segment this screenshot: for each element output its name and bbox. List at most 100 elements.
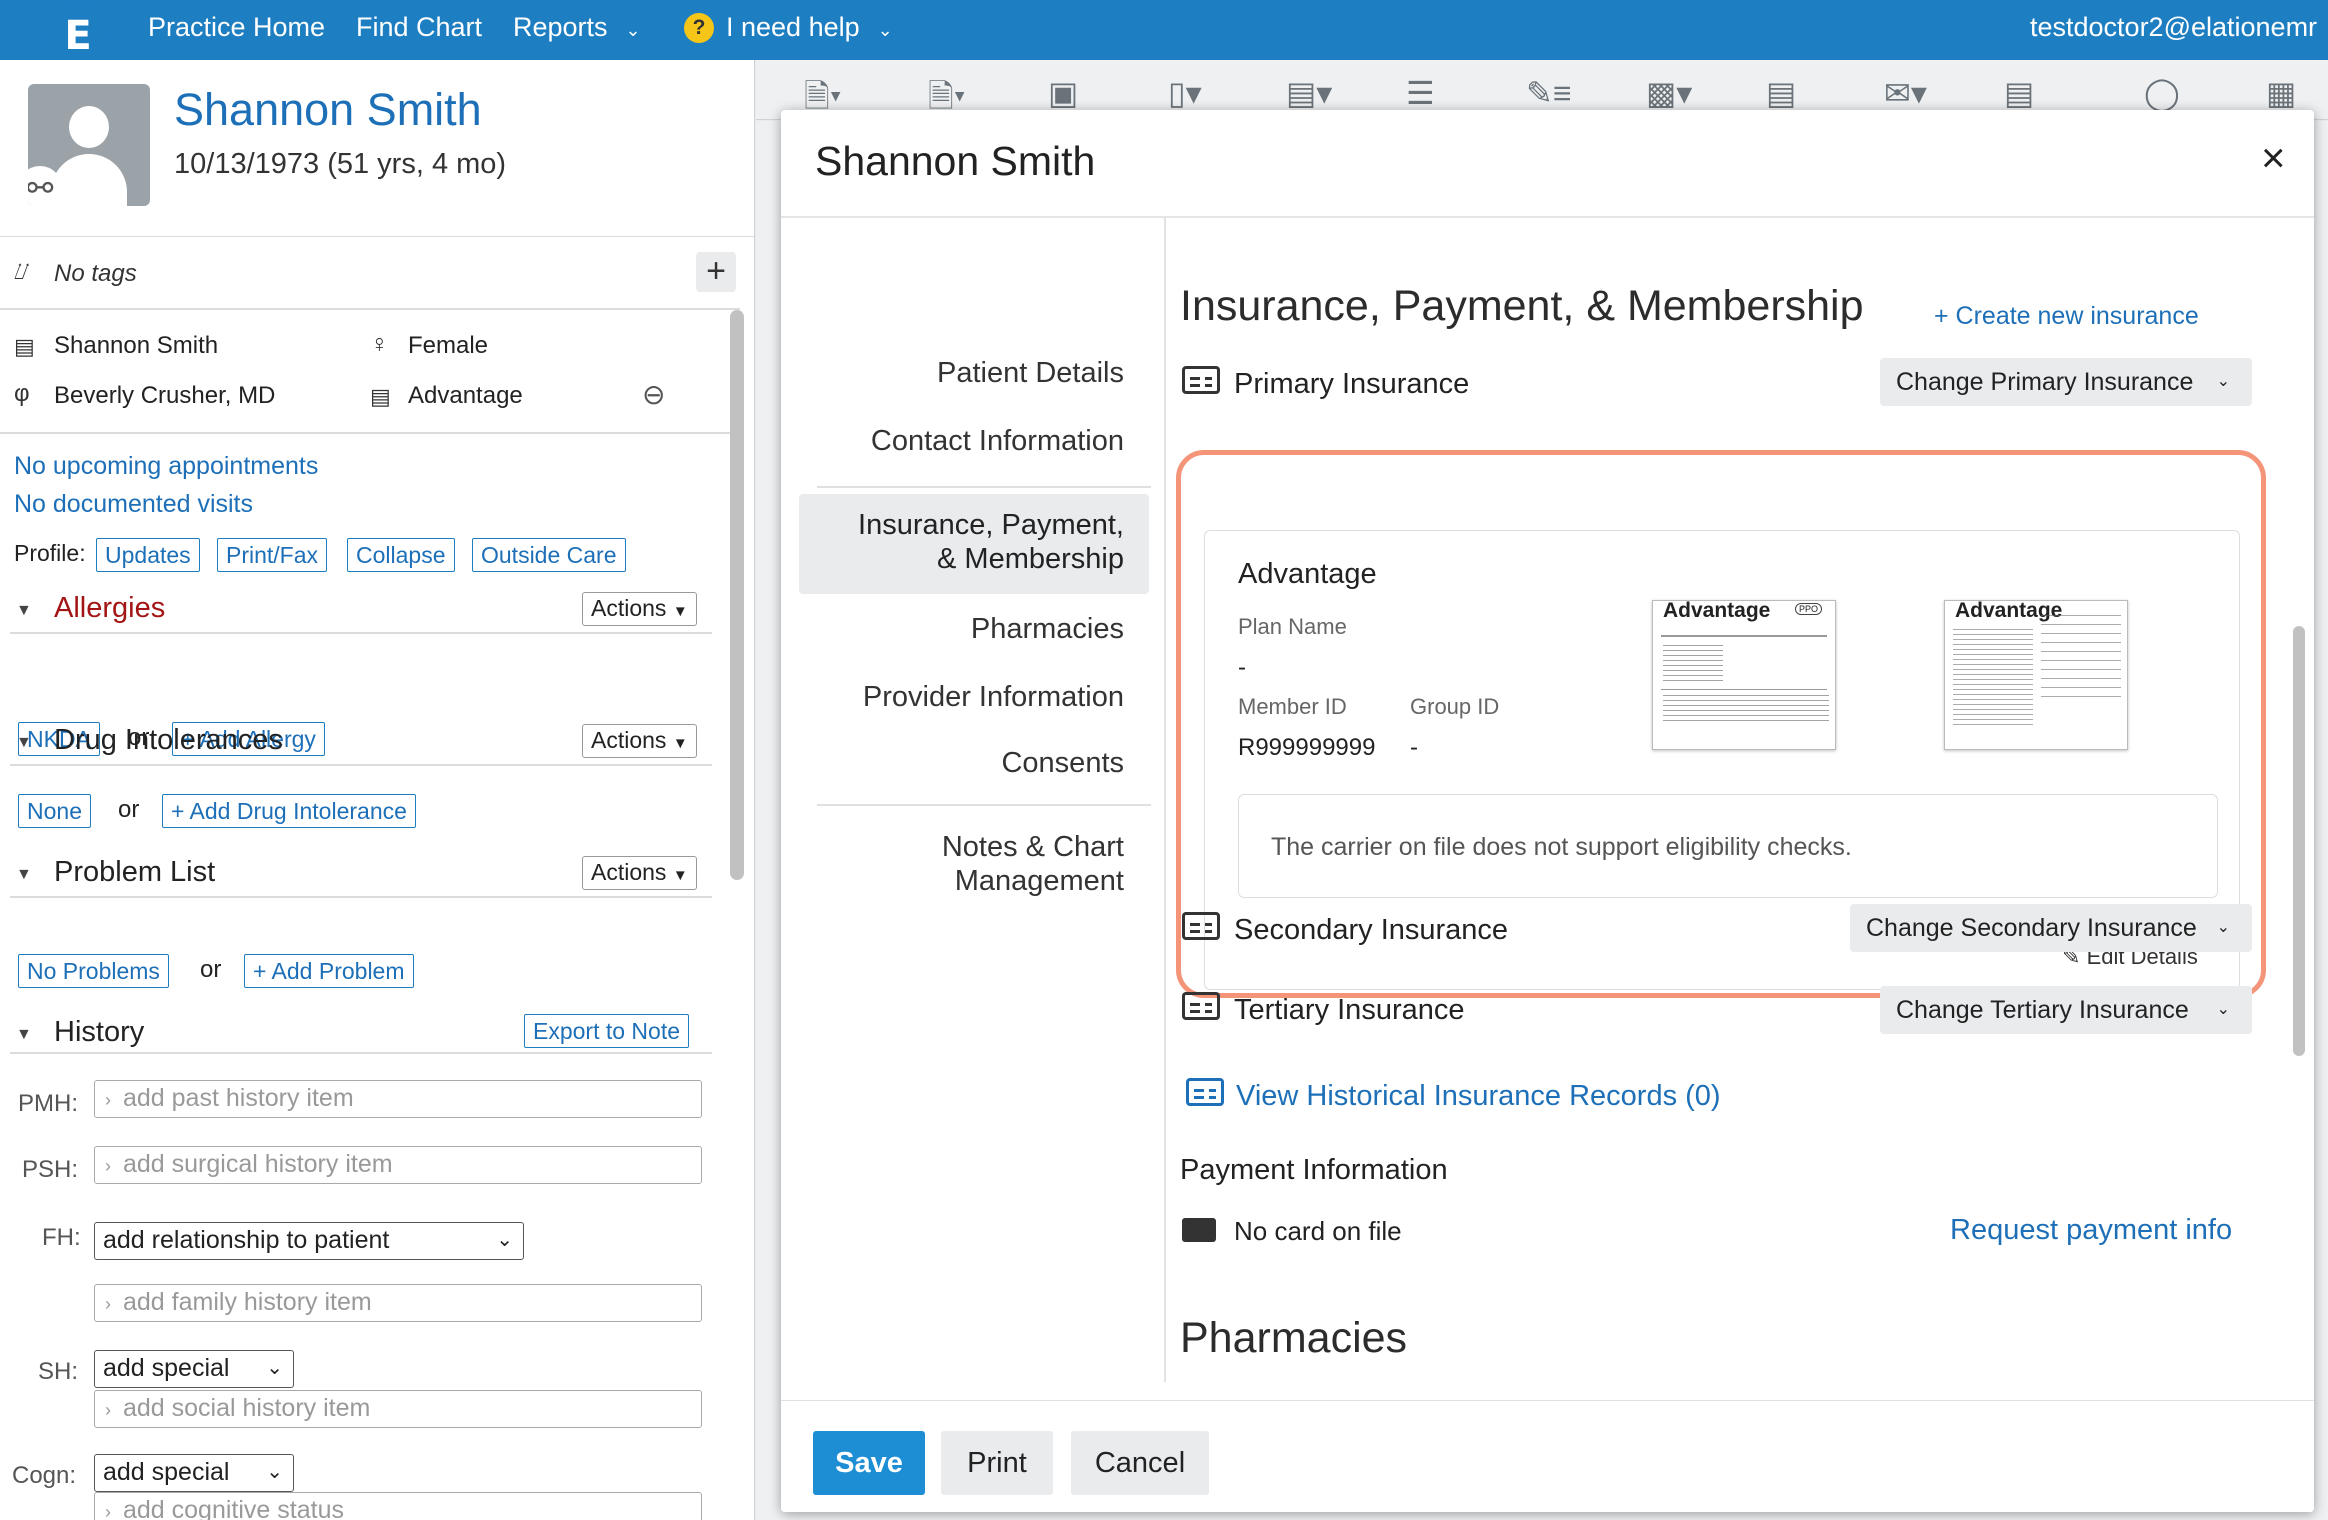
close-icon[interactable]: × — [2261, 134, 2286, 182]
print-button[interactable]: Print — [941, 1431, 1053, 1495]
sh-special-select[interactable]: add special ⌄ — [94, 1350, 294, 1388]
minus-circle-icon[interactable]: ⊖ — [642, 378, 665, 411]
profile-updates-button[interactable]: Updates — [96, 538, 200, 572]
avatar-body-shape — [51, 154, 127, 206]
collapse-triangle-icon[interactable]: ▼ — [16, 602, 32, 620]
add-drug-intolerance-button[interactable]: + Add Drug Intolerance — [162, 794, 416, 828]
cogn-special-select[interactable]: add special ⌄ — [94, 1454, 294, 1492]
no-problems-button[interactable]: No Problems — [18, 954, 169, 988]
insurance-card-front-image[interactable]: Advantage PPO — [1652, 600, 1836, 750]
insurance-card-back-image[interactable]: Advantage — [1944, 600, 2128, 750]
sidebar-scrollbar[interactable] — [730, 310, 744, 880]
modal-scrollbar[interactable] — [2293, 626, 2305, 1056]
profile-print-fax-button[interactable]: Print/Fax — [217, 538, 328, 572]
nav-pharmacies[interactable]: Pharmacies — [971, 612, 1124, 646]
divider — [0, 432, 740, 434]
problem-actions-button[interactable]: Actions ▼ — [582, 856, 697, 890]
documented-visits-link[interactable]: No documented visits — [14, 490, 253, 519]
change-tertiary-insurance-button[interactable]: Change Tertiary Insurance ⌄ — [1880, 986, 2252, 1034]
save-button[interactable]: Save — [813, 1431, 925, 1495]
create-new-insurance-link[interactable]: + Create new insurance — [1934, 302, 2199, 331]
nav-patient-details[interactable]: Patient Details — [937, 356, 1124, 390]
drug-actions-button[interactable]: Actions ▼ — [582, 724, 697, 758]
nav-notes-chart-management[interactable]: Notes & Chart Management — [942, 830, 1124, 898]
card-fine-print-shape — [1663, 695, 1829, 725]
nav-notes-line2: Management — [954, 865, 1124, 897]
credit-card-icon — [1182, 1218, 1216, 1242]
fh-label: FH: — [42, 1224, 81, 1251]
caret-down-icon: ▼ — [672, 867, 688, 884]
nav-find-chart[interactable]: Find Chart — [356, 12, 482, 43]
nav-insurance-payment-membership[interactable]: Insurance, Payment, & Membership — [858, 508, 1124, 576]
chart-icon[interactable]: ▩▾ — [1646, 74, 1692, 112]
no-drug-intolerance-button[interactable]: None — [18, 794, 91, 828]
cogn-label: Cogn: — [12, 1462, 77, 1489]
patient-fullname: Shannon Smith — [54, 332, 219, 359]
list-icon[interactable]: ▤▾ — [1286, 74, 1332, 112]
add-tag-button[interactable]: + — [696, 252, 736, 292]
change-secondary-label: Change Secondary Insurance — [1866, 914, 2197, 942]
fh-relationship-select[interactable]: add relationship to patient ⌄ — [94, 1222, 524, 1260]
nav-practice-home[interactable]: Practice Home — [148, 12, 325, 43]
nav-provider-information[interactable]: Provider Information — [863, 680, 1124, 714]
divider — [10, 632, 712, 634]
sh-input[interactable]: › add social history item — [94, 1390, 702, 1428]
patient-details-modal: Shannon Smith × Patient Details Contact … — [781, 110, 2314, 1512]
divider — [10, 1052, 712, 1054]
patient-name[interactable]: Shannon Smith — [174, 84, 482, 136]
chevron-down-icon: ⌄ — [266, 1357, 283, 1379]
cancel-button[interactable]: Cancel — [1071, 1431, 1209, 1495]
pmh-input[interactable]: › add past history item — [94, 1080, 702, 1118]
psh-input[interactable]: › add surgical history item — [94, 1146, 702, 1184]
referral-icon[interactable]: ▤ — [1766, 74, 1796, 112]
patient-provider: Beverly Crusher, MD — [54, 382, 276, 409]
nav-contact-information[interactable]: Contact Information — [871, 424, 1124, 458]
group-icon[interactable]: ◯ — [2144, 74, 2180, 112]
nav-help-label: I need help — [726, 12, 860, 42]
member-id-value: R999999999 — [1238, 734, 1376, 761]
collapse-triangle-icon[interactable]: ▼ — [16, 866, 32, 884]
nav-consents[interactable]: Consents — [1001, 746, 1124, 780]
profile-label: Profile: — [14, 540, 86, 566]
export-to-note-button[interactable]: Export to Note — [524, 1014, 690, 1048]
pmh-label: PMH: — [18, 1090, 78, 1117]
patient-sex: Female — [408, 332, 489, 359]
allergies-actions-button[interactable]: Actions ▼ — [582, 592, 697, 626]
nav-reports[interactable]: Reports ⌄ — [513, 12, 641, 43]
caret-down-icon: ▼ — [672, 603, 688, 620]
insurance-content: Insurance, Payment, & Membership + Creat… — [1166, 218, 2314, 1382]
divider — [817, 486, 1151, 488]
elation-logo[interactable]: E — [44, 4, 112, 68]
profile-outside-care-button[interactable]: Outside Care — [472, 538, 626, 572]
upcoming-appointments-link[interactable]: No upcoming appointments — [14, 452, 318, 481]
user-account[interactable]: testdoctor2@elationemr — [2030, 12, 2317, 43]
profile-collapse-button[interactable]: Collapse — [347, 538, 455, 572]
eligibility-text: The carrier on file does not support eli… — [1271, 833, 1852, 861]
change-primary-insurance-button[interactable]: Change Primary Insurance ⌄ — [1880, 358, 2252, 406]
sh-label: SH: — [38, 1358, 79, 1385]
message-icon[interactable]: ▣ — [1048, 74, 1078, 112]
request-payment-info-link[interactable]: Request payment info — [1950, 1214, 2232, 1247]
collapse-triangle-icon[interactable]: ▼ — [16, 734, 32, 752]
historical-insurance-icon — [1186, 1078, 1224, 1107]
add-problem-button[interactable]: + Add Problem — [244, 954, 414, 988]
view-historical-insurance-link[interactable]: View Historical Insurance Records (0) — [1236, 1080, 1721, 1113]
nav-help[interactable]: ? I need help ⌄ — [684, 12, 893, 43]
lab-icon[interactable]: ▯▾ — [1168, 74, 1202, 112]
mail-icon[interactable]: ✉▾ — [1884, 74, 1927, 112]
change-secondary-insurance-button[interactable]: Change Secondary Insurance ⌄ — [1850, 904, 2252, 952]
avatar: ⚯ — [28, 84, 150, 206]
patient-sidebar: ⚯ Shannon Smith 10/13/1973 (51 yrs, 4 mo… — [0, 60, 755, 1520]
clipboard-icon[interactable]: ▤ — [2004, 74, 2034, 112]
eligibility-notice: The carrier on file does not support eli… — [1238, 794, 2218, 898]
cogn-input[interactable]: › add cognitive status — [94, 1492, 702, 1520]
collapse-triangle-icon[interactable]: ▼ — [16, 1026, 32, 1044]
card-icon-shape — [1182, 366, 1220, 394]
card-fine-print-shape — [2041, 615, 2121, 705]
grid-icon[interactable]: ▦ — [2266, 74, 2296, 112]
sign-icon[interactable]: ✎≡ — [1526, 74, 1571, 112]
actions-label: Actions — [591, 727, 667, 753]
layers-icon[interactable]: ☰ — [1406, 74, 1435, 112]
insurance-card-icon — [1182, 366, 1220, 395]
fh-input[interactable]: › add family history item — [94, 1284, 702, 1322]
